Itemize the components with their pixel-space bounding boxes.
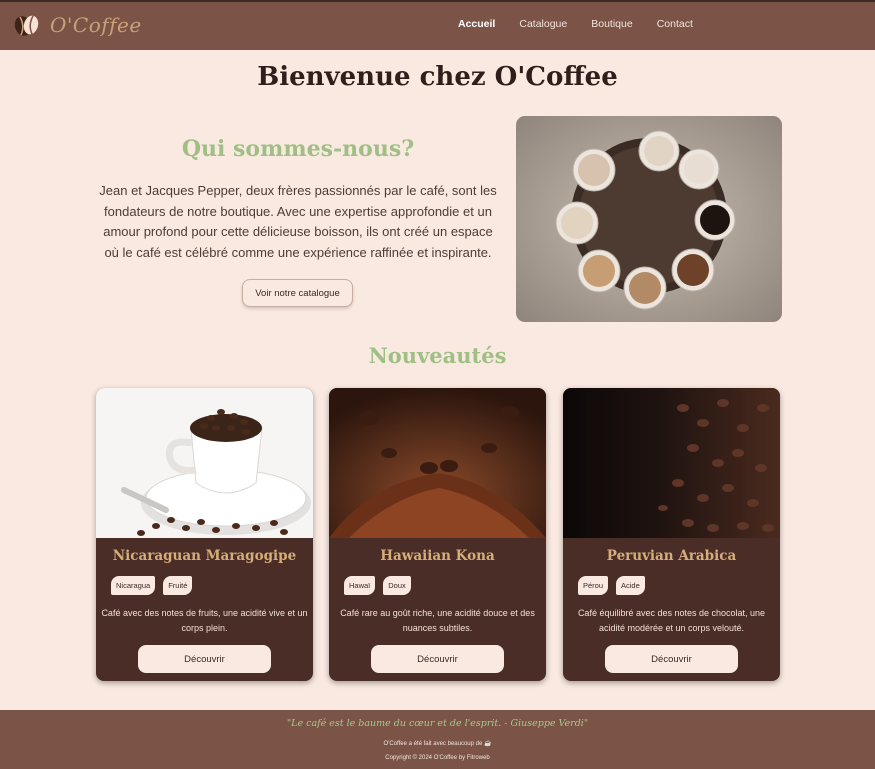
new-products-heading: Nouveautés [368,343,507,368]
coffee-beans-photo [563,388,780,538]
discover-button[interactable]: Découvrir [605,645,738,673]
tag-origin: Hawaï [344,576,376,595]
coffee-bean-logo-icon [14,15,39,36]
product-card: Nicaraguan Maragogipe Nicaragua Fruité C… [96,388,313,681]
coffee-cups-photo [516,116,782,322]
tag-flavor: Acide [616,576,645,595]
tag-flavor: Doux [383,576,411,595]
tag-list: Pérou Acide [578,576,653,595]
product-card: Hawaiian Kona Hawaï Doux Café rare au go… [329,388,546,681]
main-nav: Accueil Catalogue Boutique Contact [446,18,705,30]
ground-coffee-photo [329,388,546,538]
site-footer: "Le café est le baume du cœur et de l'es… [0,710,875,769]
nav-catalogue[interactable]: Catalogue [519,18,567,30]
discover-button[interactable]: Découvrir [371,645,504,673]
nav-accueil[interactable]: Accueil [458,18,495,30]
tag-origin: Nicaragua [111,576,156,595]
discover-button[interactable]: Découvrir [138,645,271,673]
copyright-text: Copyright © 2024 O'Coffee by Fitroweb [385,755,490,761]
tag-flavor: Fruité [163,576,193,595]
product-name: Nicaraguan Maragogipe [112,548,297,564]
nav-contact[interactable]: Contact [657,18,693,30]
about-text: Jean et Jacques Pepper, deux frères pass… [99,183,497,260]
tag-list: Nicaragua Fruité [111,576,200,595]
catalog-button[interactable]: Voir notre catalogue [242,279,353,307]
product-card: Peruvian Arabica Pérou Acide Café équili… [563,388,780,681]
product-description: Café avec des notes de fruits, une acidi… [101,608,308,633]
footer-quote: "Le café est le baume du cœur et de l'es… [286,718,589,729]
made-with-text: O'Coffee a été fait avec beaucoup de ☕ [383,741,492,747]
page-title: Bienvenue chez O'Coffee [257,62,618,92]
product-name: Peruvian Arabica [606,548,737,564]
product-description: Café rare au goût riche, une acidité dou… [340,608,535,633]
tag-list: Hawaï Doux [344,576,419,595]
product-description: Café équilibré avec des notes de chocola… [577,608,766,633]
tag-origin: Pérou [578,576,609,595]
site-header: O'Coffee Accueil Catalogue Boutique Cont… [0,0,875,50]
product-name: Hawaiian Kona [380,548,495,564]
cup-with-beans-photo [96,388,313,538]
brand-name: O'Coffee [50,13,142,37]
nav-boutique[interactable]: Boutique [591,18,632,30]
about-heading: Qui sommes-nous? [181,136,415,162]
brand-logo[interactable]: O'Coffee [12,11,142,39]
